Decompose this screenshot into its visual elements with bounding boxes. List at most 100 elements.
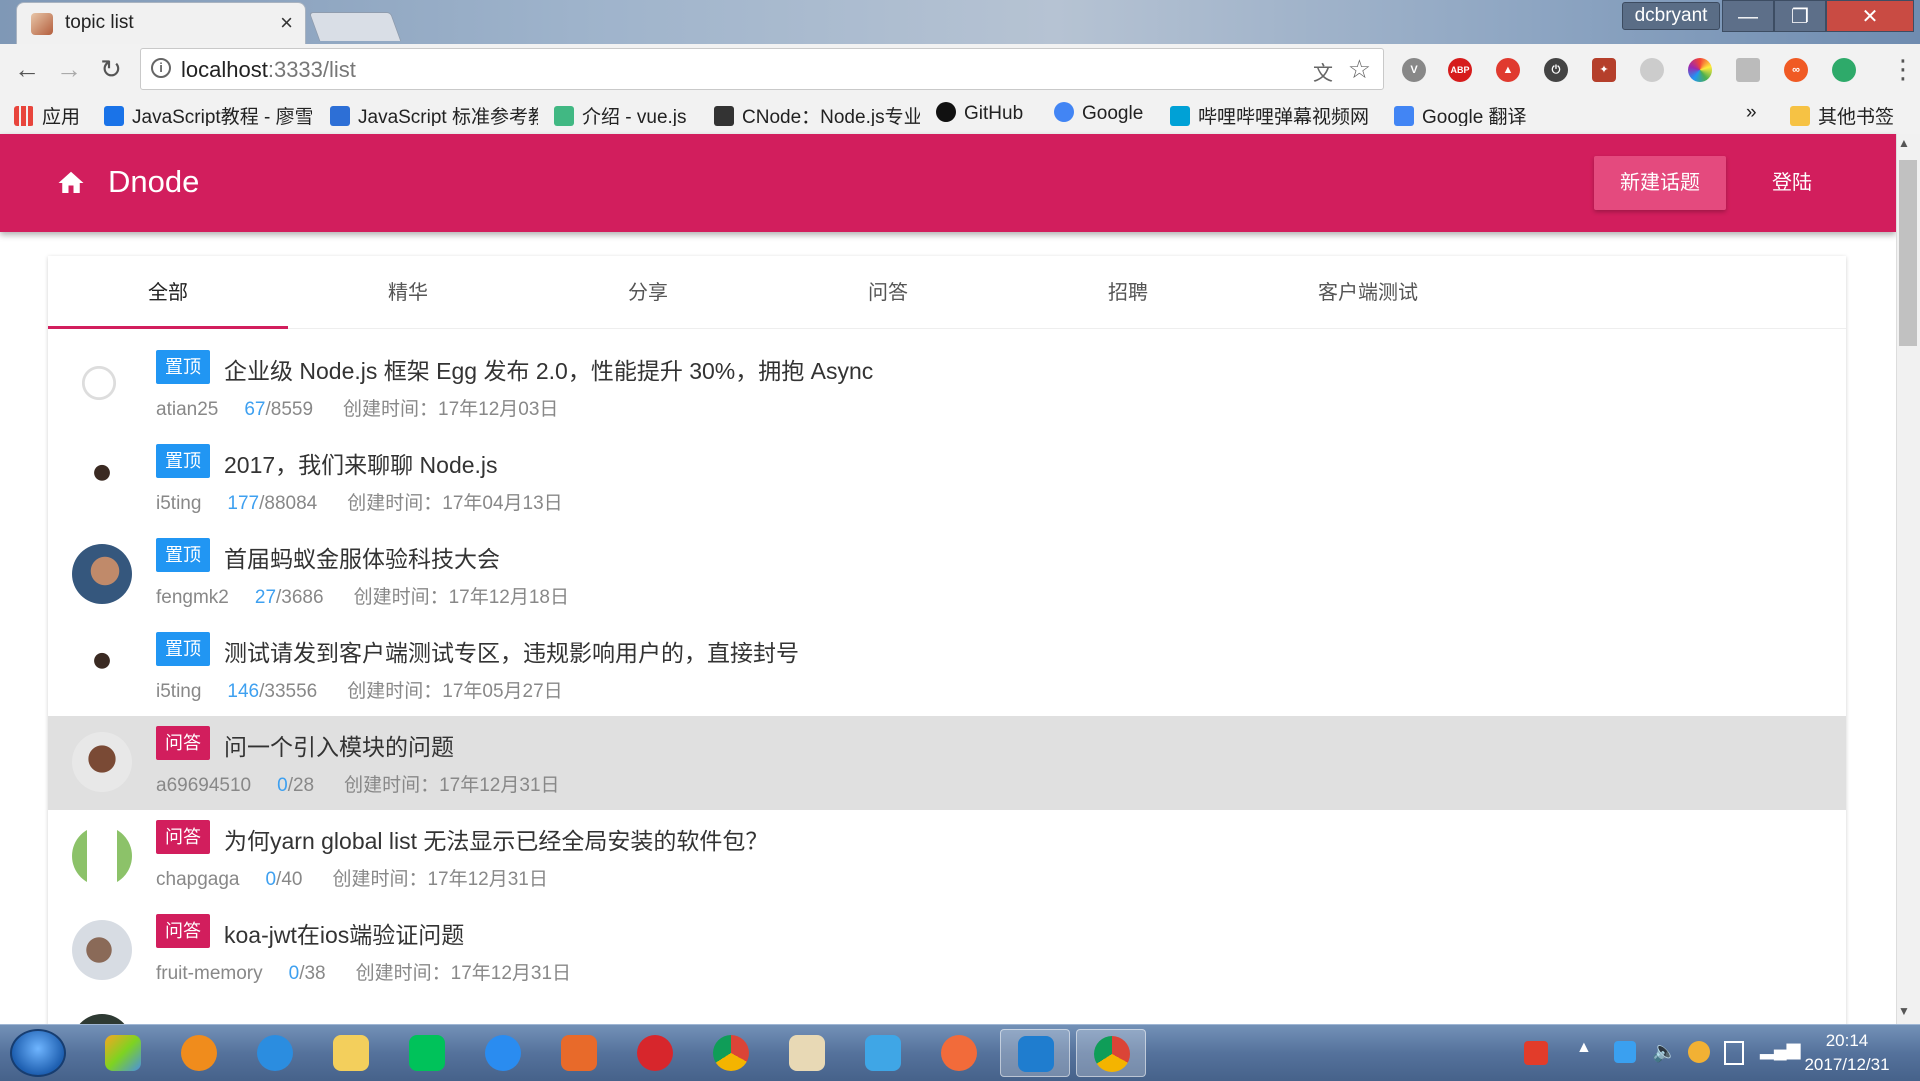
clock-time[interactable]: 20:14 [1792,1031,1902,1051]
scrollbar-thumb[interactable] [1899,160,1917,346]
bookmark-item[interactable]: CNode：Node.js专业中文社区 [714,102,920,126]
other-bookmarks[interactable]: 其他书签 [1790,102,1910,126]
bookmark-star-icon[interactable]: ☆ [1348,54,1371,85]
taskbar-app-ie[interactable] [240,1029,310,1077]
bookmarks-overflow-icon[interactable]: » [1746,102,1766,126]
battery-icon[interactable] [1724,1041,1744,1065]
scroll-up-icon[interactable]: ▲ [1898,136,1910,150]
new-topic-button[interactable]: 新建话题 [1594,156,1726,210]
home-icon[interactable] [56,168,86,198]
profile-badge[interactable]: dcbryant [1622,2,1720,30]
paw-extension-icon[interactable]: ✦ [1592,58,1616,82]
tab-dev[interactable]: 客户端测试 [1248,256,1488,328]
taskbar-app-paint[interactable] [772,1029,842,1077]
bookmark-item[interactable]: JavaScript教程 - 廖雪峰 [104,102,312,126]
topic-author[interactable]: atian25 [156,399,218,420]
taskbar-app-baidu[interactable] [468,1029,538,1077]
taskbar-app-vscode[interactable] [1000,1029,1070,1077]
bookmark-item[interactable]: JavaScript 标准参考教程 [330,102,538,126]
topic-title[interactable]: 首届蚂蚁金服体验科技大会 [224,540,500,574]
circle-extension-icon[interactable] [1640,58,1664,82]
address-bar[interactable]: i localhost:3333/list 文 ☆ [140,48,1384,90]
tab-ask[interactable]: 问答 [768,256,1008,328]
topic-title[interactable]: 为何yarn global list 无法显示已经全局安装的软件包？ [224,822,768,856]
avatar[interactable] [72,450,132,510]
topic-row[interactable]: 置顶 2017，我们来聊聊 Node.js i5ting 177/88084 创建时… [48,434,1846,528]
ime-icon[interactable] [1524,1041,1548,1065]
site-info-icon[interactable]: i [151,58,171,78]
new-tab-button[interactable] [308,12,402,41]
avatar[interactable] [72,826,132,886]
taskbar-app-search[interactable] [164,1029,234,1077]
topic-title[interactable]: 2017，我们来聊聊 Node.js [224,446,498,480]
bookmark-item[interactable]: Google 翻译 [1394,102,1542,126]
topic-row[interactable]: 置顶 测试请发到客户端测试专区，违规影响用户的，直接封号 i5ting 146/3… [48,622,1846,716]
ublock-extension-icon[interactable]: ▲ [1496,58,1520,82]
topic-author[interactable]: chapgaga [156,869,239,890]
avatar[interactable] [72,638,132,698]
topic-title[interactable]: 测试请发到客户端测试专区，违规影响用户的，直接封号 [224,634,799,668]
topic-author[interactable]: fengmk2 [156,587,229,608]
topic-author[interactable]: i5ting [156,493,201,514]
topic-row[interactable]: 问答 问一个引入模块的问题 a69694510 0/28 创建时间：17年12月31… [48,716,1846,810]
bookmark-item[interactable]: GitHub [936,102,1040,126]
taskbar-app-explorer[interactable] [316,1029,386,1077]
url-text[interactable]: localhost:3333/list [181,57,356,83]
minimize-button[interactable]: — [1722,0,1774,32]
forward-arrow-icon[interactable]: → [50,50,88,88]
toggle-extension-icon[interactable] [1736,58,1760,82]
login-button[interactable]: 登陆 [1744,156,1840,210]
tab-share[interactable]: 分享 [528,256,768,328]
topic-author[interactable]: a69694510 [156,775,251,796]
tab-close-icon[interactable]: × [280,10,293,36]
start-button[interactable] [10,1029,66,1077]
tab-all[interactable]: 全部 [48,256,288,328]
topic-row[interactable]: 问答 koa-jwt在ios端验证问题 fruit-memory 0/38 创建时间… [48,904,1846,998]
avatar[interactable] [72,920,132,980]
infinity-extension-icon[interactable]: ∞ [1784,58,1808,82]
taskbar-app-music[interactable] [620,1029,690,1077]
volume-icon[interactable]: 🔈 [1652,1039,1677,1064]
scroll-down-icon[interactable]: ▼ [1898,1004,1910,1018]
brand-title[interactable]: Dnode [108,164,199,200]
bookmark-item[interactable]: 哔哩哔哩弹幕视频网 [1170,102,1370,126]
bookmark-apps[interactable]: 应用 [14,102,94,126]
topic-row[interactable]: 置顶 首届蚂蚁金服体验科技大会 fengmk2 27/3686 创建时间：17年12… [48,528,1846,622]
back-arrow-icon[interactable]: ← [8,50,46,88]
topic-row[interactable]: 问答 为何yarn global list 无法显示已经全局安装的软件包？ ch… [48,810,1846,904]
topic-author[interactable]: fruit-memory [156,963,263,984]
close-window-button[interactable]: ✕ [1826,0,1914,32]
reload-icon[interactable]: ↻ [92,50,130,88]
tab-job[interactable]: 招聘 [1008,256,1248,328]
topic-author[interactable]: i5ting [156,681,201,702]
clock-date[interactable]: 2017/12/31 [1792,1055,1902,1075]
bookmark-item[interactable]: 介绍 - vue.js [554,102,698,126]
topic-row[interactable]: 置顶 企业级 Node.js 框架 Egg 发布 2.0，性能提升 30%，拥抱… [48,340,1846,434]
topic-title[interactable]: 问一个引入模块的问题 [224,728,454,762]
tray-expand-icon[interactable]: ▲ [1576,1039,1592,1057]
tab-good[interactable]: 精华 [288,256,528,328]
taskbar-app-launcher[interactable] [88,1029,158,1077]
bookmark-item[interactable]: Google [1054,102,1158,126]
taskbar-app-bird[interactable] [848,1029,918,1077]
tray-status-icon[interactable] [1688,1041,1710,1063]
topic-title[interactable]: koa-jwt在ios端验证问题 [224,916,464,950]
adblock-extension-icon[interactable]: ABP [1448,58,1472,82]
avatar[interactable] [72,356,132,416]
vimium-extension-icon[interactable]: V [1402,58,1426,82]
maximize-button[interactable]: ❐ [1774,0,1826,32]
avatar[interactable] [72,544,132,604]
translate-icon[interactable]: 文 [1313,57,1333,86]
avatar[interactable] [72,732,132,792]
taskbar-app-chrome[interactable] [696,1029,766,1077]
browser-menu-icon[interactable]: ⋮ [1890,54,1916,85]
taskbar-app-chrome-active[interactable] [1076,1029,1146,1077]
vpn-extension-icon[interactable] [1832,58,1856,82]
taskbar-app-postman[interactable] [924,1029,994,1077]
taskbar-app-iqiyi[interactable] [392,1029,462,1077]
tray-app-icon[interactable] [1614,1041,1636,1063]
power-extension-icon[interactable]: ⏻ [1544,58,1568,82]
taskbar-app-pdf[interactable] [544,1029,614,1077]
topic-title[interactable]: 企业级 Node.js 框架 Egg 发布 2.0，性能提升 30%，拥抱 As… [224,352,873,386]
color-extension-icon[interactable] [1688,58,1712,82]
